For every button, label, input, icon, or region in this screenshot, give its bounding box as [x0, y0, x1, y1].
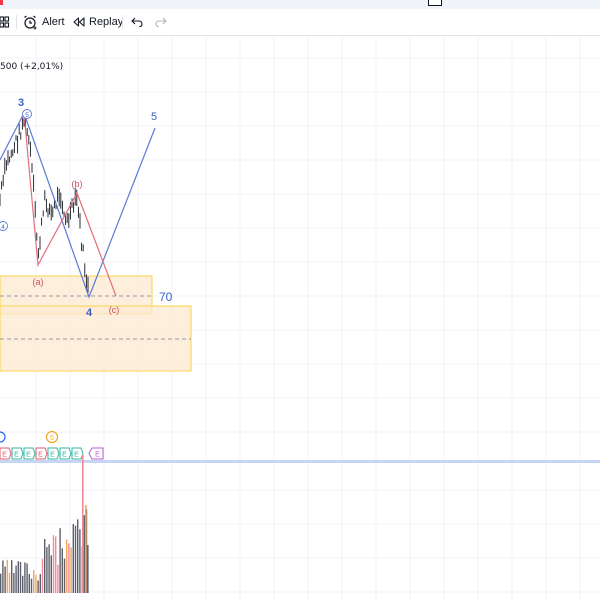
wave-4-circle-label: 4 — [1, 224, 5, 231]
volume-bar — [11, 560, 13, 593]
toolbar-separator — [16, 15, 17, 29]
layout-grid-button[interactable] — [0, 12, 10, 32]
volume-bar — [72, 524, 74, 593]
volume-bar — [83, 515, 85, 593]
volume-bar — [24, 562, 26, 593]
earnings-marker-glyph: E — [74, 452, 79, 459]
undo-button[interactable] — [131, 12, 143, 32]
earnings-marker-glyph: E — [14, 452, 19, 459]
volume-bar — [77, 519, 79, 593]
top-toolbar: Alert Replay — [0, 9, 600, 35]
volume-bar — [15, 565, 17, 593]
alarm-clock-icon — [24, 15, 37, 30]
toolbar-separator — [122, 15, 123, 29]
alert-label: Alert — [42, 16, 65, 28]
volume-bar — [74, 525, 77, 593]
volume-bar — [4, 566, 6, 593]
symbol-change-legend: 500 (+2,01%) — [0, 62, 64, 72]
volume-bar — [63, 558, 66, 593]
rewind-icon — [73, 17, 85, 27]
wave-c-label: (c) — [109, 305, 120, 315]
window-button-fragment[interactable] — [428, 0, 442, 6]
volume-bar — [22, 575, 24, 593]
volume-bar — [61, 548, 63, 593]
wave-b-label: (b) — [72, 179, 83, 189]
alert-button[interactable]: Alert — [22, 12, 65, 32]
layout-grid-icon — [0, 16, 10, 28]
replay-label: Replay — [89, 16, 124, 28]
wave-4-label: 4 — [86, 307, 93, 319]
event-marker-circle[interactable]: 5 — [45, 430, 59, 444]
volume-bar — [41, 558, 44, 593]
volume-bar — [2, 560, 4, 593]
event-marker-circle-label: 5 — [50, 435, 54, 442]
volume-bar — [0, 573, 2, 593]
earnings-marker-glyph: E — [38, 452, 43, 459]
wave-3-label: 3 — [18, 97, 24, 109]
earnings-marker-glyph: E — [26, 452, 31, 459]
wave-5-circle-top-label: 5 — [25, 112, 29, 119]
volume-bar — [30, 578, 33, 593]
events-row: 5 EEEEEEE E — [0, 430, 104, 460]
volume-bar — [87, 545, 89, 593]
event-marker-partial[interactable] — [0, 431, 6, 443]
volume-bar — [48, 544, 50, 593]
redo-button[interactable] — [155, 12, 167, 32]
volume-bar — [28, 574, 30, 593]
top-strip — [0, 0, 600, 9]
volume-bar — [35, 574, 37, 593]
volume-bar — [33, 569, 35, 593]
wave-5-circle-top: 5 — [22, 109, 32, 119]
wave-4-circle: 4 — [0, 221, 8, 231]
volume-bar — [39, 574, 41, 593]
red-mark — [0, 0, 3, 5]
volume-bar — [52, 535, 55, 593]
redo-icon — [155, 17, 167, 27]
volume-bar — [57, 564, 59, 593]
volume-bar — [8, 572, 11, 593]
earnings-marker-future-glyph: E — [95, 452, 100, 459]
volume-bar — [79, 529, 81, 593]
volume-bar — [55, 536, 57, 593]
volume-bar — [26, 563, 28, 593]
volume-bar — [44, 539, 46, 593]
volume-bar — [37, 580, 39, 593]
volume-bar — [70, 547, 72, 593]
volume-bar — [19, 562, 22, 593]
replay-button[interactable]: Replay — [73, 12, 123, 32]
earnings-marker-glyph: E — [62, 452, 67, 459]
target-level-label: 70 — [159, 290, 173, 304]
volume-bar — [17, 561, 19, 593]
impulse-wave-line — [0, 111, 156, 299]
earnings-marker-glyph: E — [50, 452, 55, 459]
pane-separator[interactable] — [0, 460, 600, 463]
volume-bar-spike — [82, 455, 84, 593]
volume-bar — [59, 528, 61, 593]
volume-bar — [50, 555, 52, 593]
volume-bar — [68, 543, 70, 593]
earnings-marker-glyph: E — [2, 452, 7, 459]
wave-5-label: 5 — [151, 111, 157, 123]
volume-bar — [66, 539, 68, 593]
volume-bar — [6, 559, 8, 593]
earnings-markers: EEEEEEE — [0, 447, 84, 460]
volume-bar — [13, 573, 15, 593]
volume-bar — [46, 547, 48, 593]
undo-icon — [131, 17, 143, 27]
price-series — [0, 112, 89, 293]
wave-a-label: (a) — [33, 277, 44, 287]
price-chart[interactable]: 3 5 4 5 4 (a) (b) (c) 70 5 EEEEEEE E — [0, 36, 600, 600]
volume-bar — [85, 505, 87, 593]
